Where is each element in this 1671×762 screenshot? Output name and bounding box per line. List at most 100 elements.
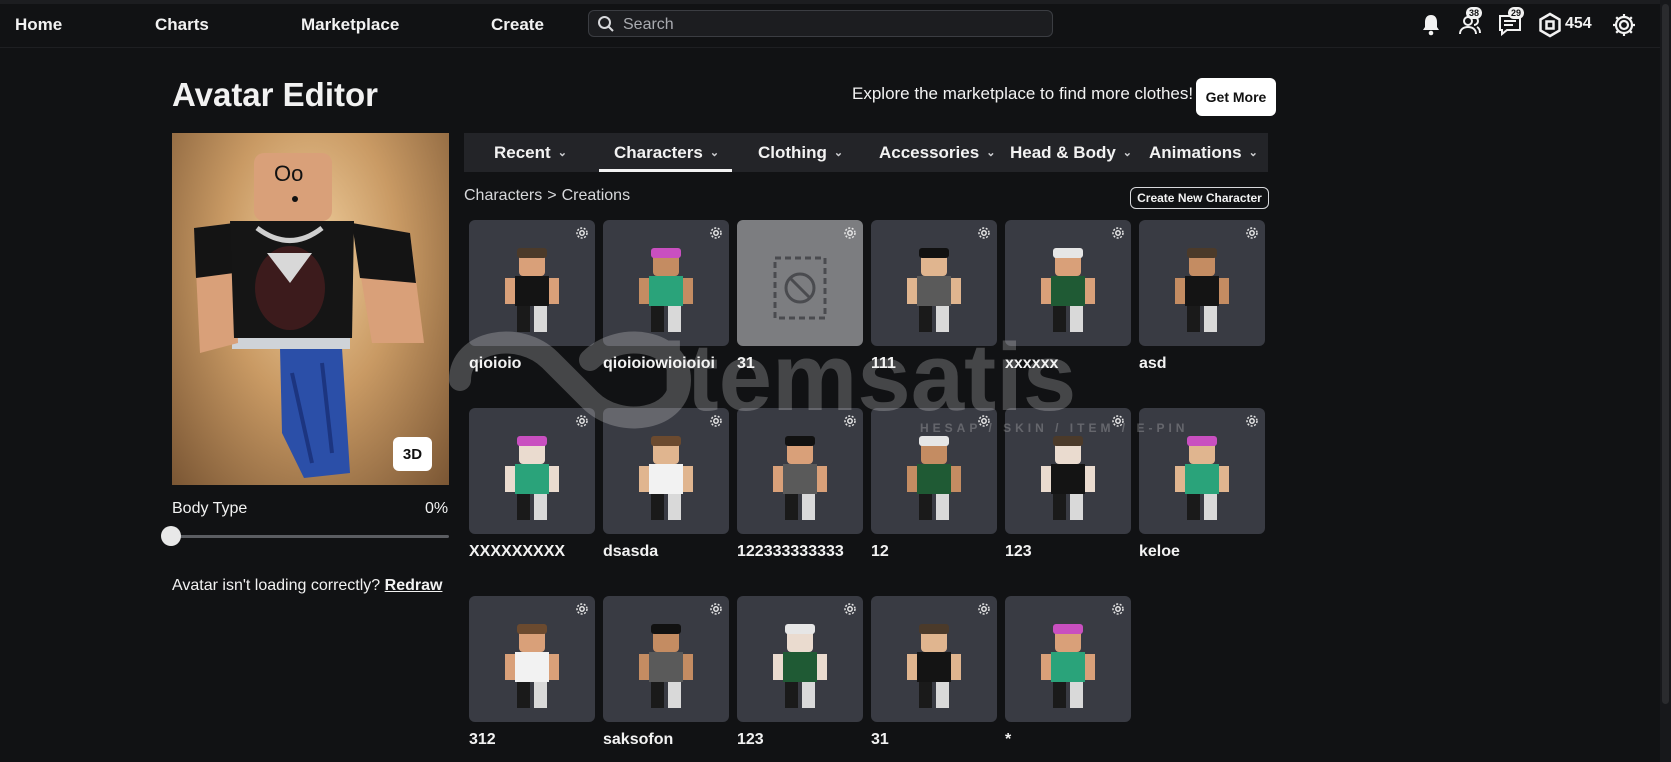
character-thumbnail-frame[interactable] xyxy=(603,596,729,722)
character-name: xxxxxx xyxy=(1005,355,1059,372)
body-type-slider-handle[interactable] xyxy=(161,526,181,546)
character-thumbnail xyxy=(907,248,961,332)
character-name: keloe xyxy=(1139,543,1180,560)
character-thumbnail xyxy=(639,248,693,332)
character-thumbnail-frame[interactable] xyxy=(737,220,863,346)
top-navigation-bar: Home Charts Marketplace Create 38 29 454 xyxy=(0,0,1671,48)
character-thumbnail xyxy=(1041,436,1095,520)
search-bar[interactable] xyxy=(588,10,1053,37)
character-thumbnail-frame[interactable] xyxy=(737,596,863,722)
character-thumbnail-frame[interactable] xyxy=(469,596,595,722)
messages-badge: 29 xyxy=(1508,7,1525,19)
gear-icon[interactable] xyxy=(709,414,723,428)
tab-accessories[interactable]: Accessories ⌄ xyxy=(879,133,995,172)
gear-icon[interactable] xyxy=(843,226,857,240)
search-input[interactable] xyxy=(621,14,1045,36)
search-icon xyxy=(598,16,614,32)
active-tab-indicator xyxy=(599,169,732,172)
character-thumbnail xyxy=(907,624,961,708)
avatar-figure: Oo xyxy=(194,153,424,478)
tab-animations[interactable]: Animations ⌄ xyxy=(1149,133,1258,172)
nav-create-link[interactable]: Create xyxy=(491,15,544,35)
character-thumbnail xyxy=(773,436,827,520)
character-thumbnail xyxy=(505,436,559,520)
no-image-icon xyxy=(773,256,827,320)
tab-head-and-body[interactable]: Head & Body ⌄ xyxy=(1010,133,1132,172)
page-scrollbar[interactable] xyxy=(1660,0,1671,762)
view-3d-toggle-button[interactable]: 3D xyxy=(393,437,432,471)
gear-icon[interactable] xyxy=(977,602,991,616)
character-thumbnail-frame[interactable] xyxy=(603,408,729,534)
character-thumbnail xyxy=(639,624,693,708)
tab-characters[interactable]: Characters ⌄ xyxy=(614,133,719,172)
character-thumbnail-frame[interactable] xyxy=(737,408,863,534)
nav-charts-link[interactable]: Charts xyxy=(155,15,209,35)
character-thumbnail-frame[interactable] xyxy=(871,408,997,534)
character-thumbnail-frame[interactable] xyxy=(1005,596,1131,722)
chevron-down-icon: ⌄ xyxy=(986,147,996,159)
character-thumbnail-frame[interactable] xyxy=(1005,408,1131,534)
breadcrumb-characters[interactable]: Characters xyxy=(464,187,542,204)
avatar-preview[interactable]: Oo xyxy=(172,133,449,485)
breadcrumb: Characters > Creations xyxy=(464,187,630,205)
get-more-button[interactable]: Get More xyxy=(1196,78,1276,116)
character-name: qioioiowioioioi xyxy=(603,355,715,372)
page-title: Avatar Editor xyxy=(172,76,378,113)
character-thumbnail-frame[interactable] xyxy=(871,596,997,722)
character-name: 123 xyxy=(737,731,764,748)
character-name: 123 xyxy=(1005,543,1032,560)
avatar-loading-text: Avatar isn't loading correctly? xyxy=(172,577,381,594)
character-thumbnail-frame[interactable] xyxy=(603,220,729,346)
tab-label: Clothing xyxy=(758,142,827,162)
explore-marketplace-text: Explore the marketplace to find more clo… xyxy=(852,84,1194,103)
character-name: 31 xyxy=(871,731,889,748)
chevron-down-icon: ⌄ xyxy=(833,147,844,159)
robux-icon[interactable] xyxy=(1537,12,1563,38)
gear-icon[interactable] xyxy=(843,602,857,616)
tab-recent[interactable]: Recent ⌄ xyxy=(494,133,567,172)
gear-icon[interactable] xyxy=(709,226,723,240)
svg-text:Oo: Oo xyxy=(274,161,303,186)
top-strip xyxy=(0,0,1671,4)
tab-label: Recent xyxy=(494,142,551,162)
tab-clothing[interactable]: Clothing ⌄ xyxy=(758,133,843,172)
body-type-slider[interactable] xyxy=(172,535,449,538)
character-thumbnail-frame[interactable] xyxy=(1139,220,1265,346)
gear-icon[interactable] xyxy=(1245,414,1259,428)
gear-icon[interactable] xyxy=(575,226,589,240)
character-thumbnail-frame[interactable] xyxy=(1139,408,1265,534)
nav-marketplace-link[interactable]: Marketplace xyxy=(301,15,399,35)
gear-icon[interactable] xyxy=(977,414,991,428)
gear-icon[interactable] xyxy=(709,602,723,616)
gear-icon[interactable] xyxy=(575,602,589,616)
body-type-value: 0% xyxy=(425,500,449,517)
character-thumbnail xyxy=(1175,436,1229,520)
character-name: 122333333333 xyxy=(737,543,844,560)
notification-bell-icon[interactable] xyxy=(1418,12,1444,38)
avatar-loading-help: Avatar isn't loading correctly? Redraw xyxy=(172,577,442,595)
chevron-down-icon: ⌄ xyxy=(709,147,720,159)
robux-balance[interactable]: 454 xyxy=(1565,15,1592,33)
character-thumbnail-frame[interactable] xyxy=(1005,220,1131,346)
gear-icon[interactable] xyxy=(1111,226,1125,240)
character-thumbnail xyxy=(505,248,559,332)
gear-icon[interactable] xyxy=(575,414,589,428)
character-name: dsasda xyxy=(603,543,659,560)
gear-icon[interactable] xyxy=(977,226,991,240)
gear-icon[interactable] xyxy=(1111,414,1125,428)
tab-label: Characters xyxy=(614,142,703,162)
chevron-down-icon: ⌄ xyxy=(1122,147,1133,159)
gear-icon[interactable] xyxy=(1245,226,1259,240)
scrollbar-thumb[interactable] xyxy=(1662,4,1669,704)
gear-icon[interactable] xyxy=(843,414,857,428)
gear-icon[interactable] xyxy=(1111,602,1125,616)
character-thumbnail-frame[interactable] xyxy=(469,408,595,534)
redraw-link[interactable]: Redraw xyxy=(385,577,443,594)
nav-home-link[interactable]: Home xyxy=(15,15,62,35)
settings-gear-icon[interactable] xyxy=(1611,12,1637,38)
character-name: * xyxy=(1005,731,1012,748)
character-name: 111 xyxy=(871,355,896,372)
character-thumbnail-frame[interactable] xyxy=(871,220,997,346)
character-thumbnail-frame[interactable] xyxy=(469,220,595,346)
create-new-character-button[interactable]: Create New Character xyxy=(1130,187,1269,209)
